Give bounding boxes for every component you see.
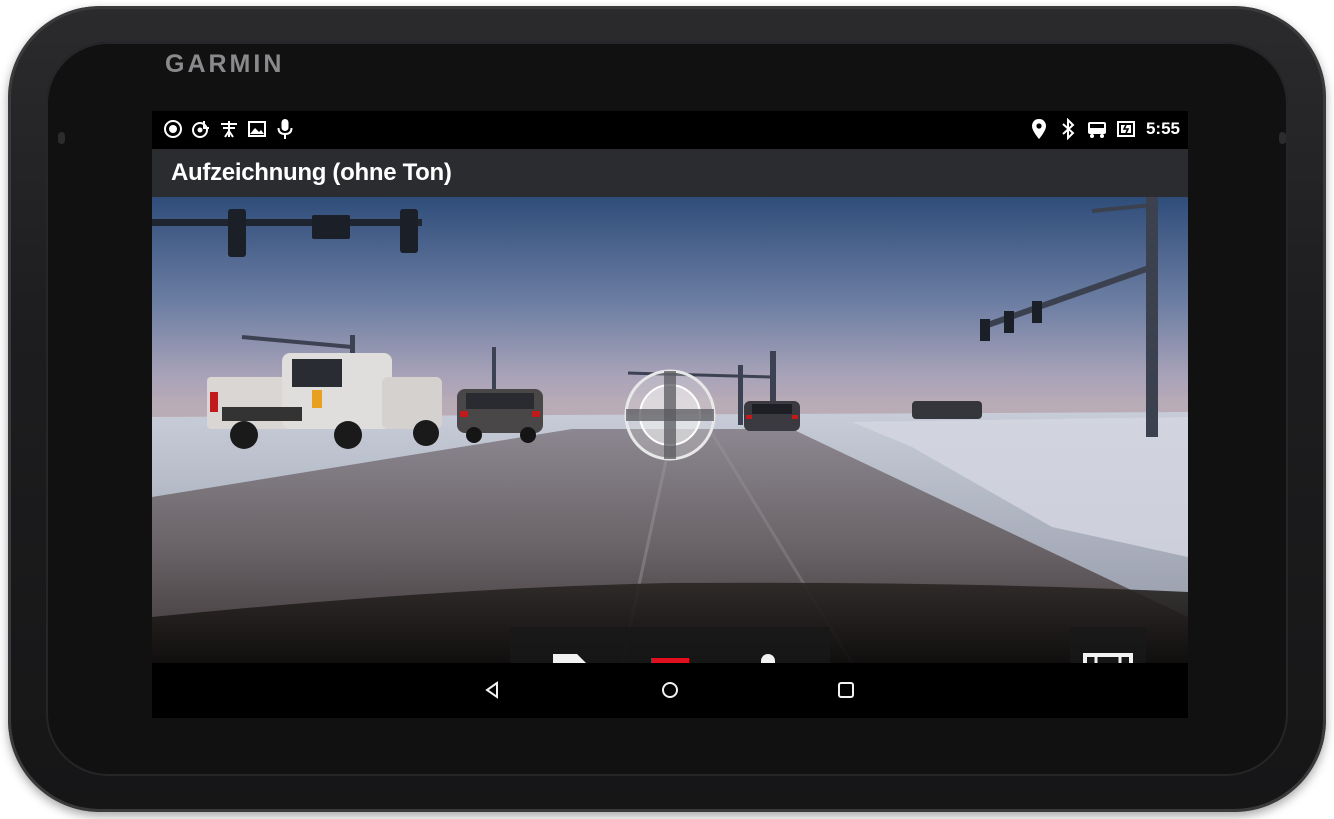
- microphone-icon: [761, 654, 775, 663]
- video-gallery-button[interactable]: [1070, 627, 1146, 663]
- sd-card-button[interactable]: [540, 647, 600, 663]
- status-notification-icons: [162, 118, 296, 140]
- image-icon: [246, 118, 268, 140]
- far-right-car: [912, 401, 982, 419]
- navigation-bar: [152, 663, 1188, 718]
- location-pin-icon: [1028, 118, 1050, 140]
- traffic-icon: [218, 118, 240, 140]
- record-circle-icon: [162, 118, 184, 140]
- light-sensor: [58, 132, 65, 144]
- nav-back-button[interactable]: [472, 673, 512, 707]
- status-bar: 5:55: [152, 111, 1188, 149]
- status-clock: 5:55: [1145, 119, 1180, 138]
- film-strip-icon: [1083, 653, 1133, 663]
- nav-recent-apps-button[interactable]: [826, 673, 866, 707]
- nav-home-button[interactable]: [650, 673, 690, 707]
- recent-apps-icon: [838, 682, 854, 698]
- camera-feed-image: [152, 197, 1188, 663]
- status-system-icons: 5:55: [1028, 118, 1180, 140]
- dashcam-icon: [190, 118, 212, 140]
- camera-live-view[interactable]: [152, 197, 1188, 663]
- back-icon: [485, 681, 498, 699]
- microphone-icon: [274, 118, 296, 140]
- distant-car: [744, 401, 800, 431]
- center-crosshair-icon: [624, 369, 716, 461]
- microphone-toggle-button[interactable]: [738, 647, 798, 663]
- title-bar: Aufzeichnung (ohne Ton): [152, 149, 1188, 197]
- bluetooth-icon: [1057, 118, 1079, 140]
- battery-icon: [1115, 118, 1137, 140]
- home-icon: [662, 682, 678, 698]
- device-screen: 5:55 Aufzeichnung (ohne Ton): [152, 111, 1188, 718]
- light-sensor-right: [1279, 132, 1286, 144]
- vehicle-icon: [1086, 118, 1108, 140]
- recording-controls: [510, 627, 830, 663]
- sd-card-icon: [553, 654, 586, 663]
- page-title: Aufzeichnung (ohne Ton): [171, 159, 452, 186]
- stop-recording-button[interactable]: [640, 647, 700, 663]
- brand-logo: GARMIN: [165, 50, 285, 78]
